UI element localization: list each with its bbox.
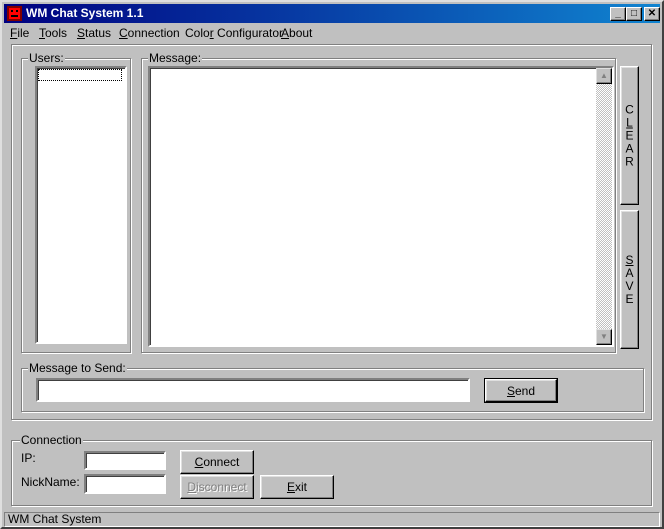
connect-button[interactable]: Connect: [180, 450, 254, 474]
users-list[interactable]: [35, 66, 127, 344]
menu-tools[interactable]: Tools: [39, 26, 67, 40]
status-text: WM Chat System: [8, 512, 102, 526]
message-area[interactable]: ▲ ▼: [148, 66, 614, 347]
send-label: Message to Send:: [28, 361, 127, 375]
message-label: Message:: [148, 51, 203, 65]
list-item[interactable]: [38, 69, 122, 81]
scroll-up-icon[interactable]: ▲: [596, 68, 612, 84]
nickname-field[interactable]: [84, 474, 166, 494]
message-scrollbar[interactable]: ▲ ▼: [596, 68, 612, 345]
app-icon: [7, 6, 22, 21]
clear-button[interactable]: C L E A R: [620, 66, 639, 205]
nickname-label: NickName:: [21, 475, 80, 489]
send-button[interactable]: Send: [484, 378, 558, 403]
menu-color-configurator[interactable]: Color Configurator: [185, 26, 283, 40]
close-button[interactable]: ✕: [644, 7, 660, 21]
menu-status[interactable]: Status: [77, 26, 111, 40]
maximize-button[interactable]: □: [626, 7, 642, 21]
window-title: WM Chat System 1.1: [26, 6, 144, 20]
main-window: WM Chat System 1.1 _ □ ✕ File Tools Stat…: [0, 0, 664, 529]
status-bar: WM Chat System: [4, 512, 660, 527]
ip-label: IP:: [21, 451, 36, 465]
minimize-button[interactable]: _: [610, 7, 626, 21]
connection-label: Connection: [20, 433, 83, 447]
menu-about[interactable]: About: [281, 26, 312, 40]
message-input[interactable]: [36, 378, 470, 402]
exit-button[interactable]: Exit: [260, 475, 334, 499]
disconnect-button[interactable]: Disconnect: [180, 475, 254, 499]
ip-field[interactable]: [84, 451, 166, 470]
title-bar[interactable]: WM Chat System 1.1 _ □ ✕: [4, 4, 660, 23]
menu-connection[interactable]: Connection: [119, 26, 180, 40]
menu-file[interactable]: File: [10, 26, 29, 40]
users-label: Users:: [28, 51, 65, 65]
scroll-down-icon[interactable]: ▼: [596, 329, 612, 345]
menu-bar: File Tools Status Connection Color Confi…: [4, 24, 660, 42]
save-button[interactable]: S A V E: [620, 210, 639, 349]
